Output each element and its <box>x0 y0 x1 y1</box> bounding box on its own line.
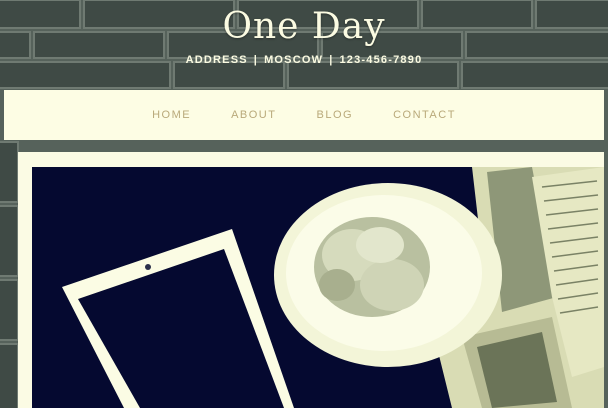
city-label: MOSCOW <box>264 54 324 66</box>
separator: | <box>253 54 259 66</box>
nav-list: HOME ABOUT BLOG CONTACT <box>4 90 604 140</box>
nav-item-about[interactable]: ABOUT <box>231 109 276 121</box>
site-title[interactable]: One Day <box>0 6 608 47</box>
phone-number[interactable]: 123-456-7890 <box>339 54 422 66</box>
separator: | <box>329 54 334 66</box>
address-label: ADDRESS <box>185 54 248 66</box>
nav-item-home[interactable]: HOME <box>152 109 191 121</box>
contact-info: ADDRESS | MOSCOW | 123-456-7890 <box>0 54 608 66</box>
nav-item-blog[interactable]: BLOG <box>316 109 353 121</box>
main-navigation: HOME ABOUT BLOG CONTACT <box>4 90 604 140</box>
site-header: One Day ADDRESS | MOSCOW | 123-456-7890 <box>0 0 608 90</box>
nav-item-contact[interactable]: CONTACT <box>393 109 456 121</box>
featured-photo[interactable] <box>32 167 604 408</box>
bowl-image <box>274 183 502 367</box>
